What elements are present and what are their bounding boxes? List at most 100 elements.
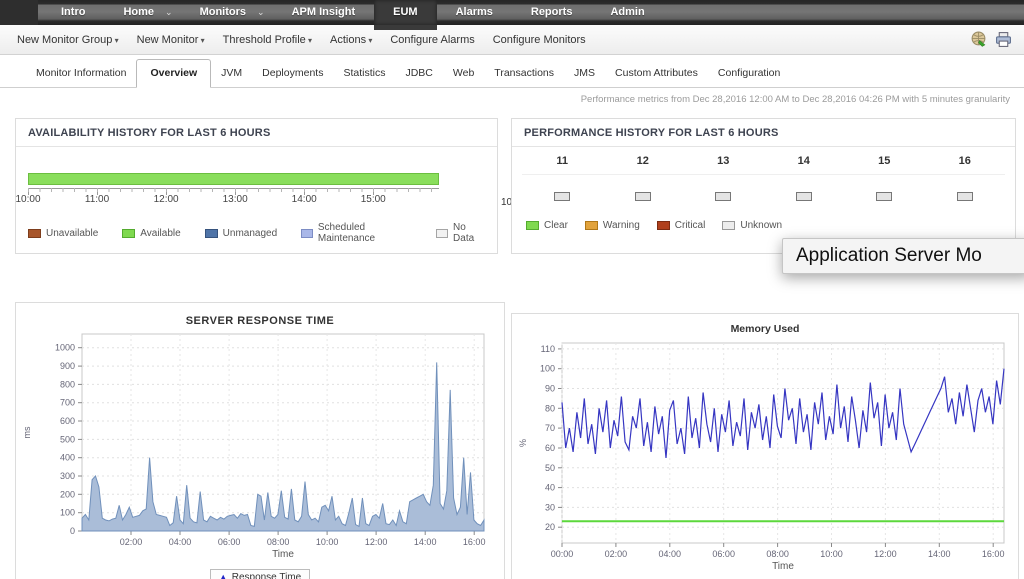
svg-text:ms: ms [22,426,32,438]
legend-item-unknown: Unknown [722,220,782,231]
svg-text:08:00: 08:00 [766,549,789,559]
tab-overview[interactable]: Overview [136,59,211,88]
svg-text:02:00: 02:00 [120,537,143,547]
nav-item-apm-insight[interactable]: APM Insight [273,0,375,25]
nav-item-eum[interactable]: EUM [374,0,436,25]
svg-text:06:00: 06:00 [218,537,241,547]
availability-bar[interactable] [28,173,439,185]
new-monitor-button[interactable]: New Monitor [128,34,214,46]
tab-transactions[interactable]: Transactions [484,60,564,87]
svg-text:500: 500 [60,434,75,444]
svg-text:10:00: 10:00 [820,549,843,559]
svg-text:110: 110 [541,344,555,354]
svg-text:20: 20 [545,522,555,532]
critical-swatch-icon [657,221,670,230]
response-time-marker-icon: ▲ [219,573,228,579]
svg-text:14:00: 14:00 [928,549,951,559]
response-time-legend-box: ▲ Response Time [210,569,310,579]
memory-used-panel: Memory Used 203040506070809010011000:000… [511,313,1019,579]
actions-button[interactable]: Actions [321,34,381,46]
svg-text:900: 900 [60,361,75,371]
action-toolbar: New Monitor Group New Monitor Threshold … [0,25,1024,55]
status-pill[interactable] [554,192,570,201]
svg-text:100: 100 [540,364,555,374]
performance-status-pills [522,188,1005,206]
svg-text:90: 90 [545,384,555,394]
globe-icon[interactable] [970,31,987,48]
svg-text:%: % [518,439,528,447]
unmanaged-swatch-icon [205,229,218,238]
applications-manager-screen: Intro Home ⌄ Monitors ⌄ APM Insight EUM … [0,0,1024,579]
status-pill[interactable] [876,192,892,201]
server-response-time-title: SERVER RESPONSE TIME [16,315,504,327]
legend-item-critical: Critical [657,220,706,231]
availability-timeline: 10:00 11:00 12:00 13:00 14:00 15:00 [28,173,439,208]
monitor-tab-bar: Monitor Information Overview JVM Deploym… [0,56,1024,88]
warning-swatch-icon [585,221,598,230]
svg-text:80: 80 [545,403,555,413]
svg-text:06:00: 06:00 [712,549,735,559]
nav-item-intro[interactable]: Intro [42,0,104,25]
tab-monitor-information[interactable]: Monitor Information [26,60,136,87]
performance-hour-headers: 11 12 13 14 15 16 [522,155,1005,175]
configure-alarms-button[interactable]: Configure Alarms [381,34,483,46]
nav-item-admin[interactable]: Admin [591,0,663,25]
svg-text:300: 300 [60,471,75,481]
svg-text:12:00: 12:00 [365,537,388,547]
svg-text:14:00: 14:00 [414,537,437,547]
svg-text:04:00: 04:00 [169,537,192,547]
tab-jdbc[interactable]: JDBC [395,60,442,87]
svg-text:12:00: 12:00 [874,549,897,559]
memory-used-chart: 203040506070809010011000:0002:0004:0006:… [516,337,1018,578]
svg-text:Time: Time [772,561,794,572]
tab-web[interactable]: Web [443,60,484,87]
nav-item-alarms[interactable]: Alarms [437,0,512,25]
svg-text:08:00: 08:00 [267,537,290,547]
svg-text:10:00: 10:00 [316,537,339,547]
svg-text:16:00: 16:00 [463,537,486,547]
performance-legend: Clear Warning Critical Unknown [524,220,1015,231]
nav-item-reports[interactable]: Reports [512,0,592,25]
svg-text:30: 30 [545,502,555,512]
scheduled-maintenance-swatch-icon [301,229,313,238]
new-monitor-group-button[interactable]: New Monitor Group [8,34,128,46]
performance-history-panel: PERFORMANCE HISTORY FOR LAST 6 HOURS 11 … [511,118,1016,254]
tab-configuration[interactable]: Configuration [708,60,790,87]
status-pill[interactable] [957,192,973,201]
legend-item-clear: Clear [526,220,568,231]
svg-text:50: 50 [545,463,555,473]
legend-item-unavailable: Unavailable [28,228,98,239]
response-time-legend: ▲ Response Time [16,567,504,579]
legend-item-warning: Warning [585,220,640,231]
threshold-profile-button[interactable]: Threshold Profile [214,34,321,46]
top-nav: Intro Home ⌄ Monitors ⌄ APM Insight EUM … [0,0,1024,25]
availability-panel-title: AVAILABILITY HISTORY FOR LAST 6 HOURS [16,119,497,147]
svg-text:600: 600 [60,416,75,426]
nav-item-monitors[interactable]: Monitors [181,0,265,25]
tab-statistics[interactable]: Statistics [333,60,395,87]
status-pill[interactable] [796,192,812,201]
server-response-time-chart: 0100200300400500600700800900100002:0004:… [20,329,504,566]
available-swatch-icon [122,229,135,238]
status-pill[interactable] [635,192,651,201]
svg-text:16:00: 16:00 [982,549,1005,559]
print-icon[interactable] [995,31,1012,48]
svg-text:60: 60 [545,443,555,453]
tab-jvm[interactable]: JVM [211,60,252,87]
configure-monitors-button[interactable]: Configure Monitors [484,34,595,46]
unknown-swatch-icon [722,221,735,230]
tab-jms[interactable]: JMS [564,60,605,87]
status-pill[interactable] [715,192,731,201]
nav-item-home[interactable]: Home [104,0,173,25]
monitor-name-tooltip: Application Server Mo [782,238,1024,274]
performance-panel-title: PERFORMANCE HISTORY FOR LAST 6 HOURS [512,119,1015,147]
tab-deployments[interactable]: Deployments [252,60,333,87]
toolbar-icons [970,31,1012,48]
svg-text:02:00: 02:00 [605,549,628,559]
availability-time-axis-minor-ticks [28,188,439,192]
legend-item-scheduled-maintenance: Scheduled Maintenance [301,222,412,244]
tab-custom-attributes[interactable]: Custom Attributes [605,60,708,87]
legend-item-no-data: No Data [436,222,485,244]
server-response-time-panel: SERVER RESPONSE TIME 0100200300400500600… [15,302,505,579]
svg-text:70: 70 [545,423,555,433]
